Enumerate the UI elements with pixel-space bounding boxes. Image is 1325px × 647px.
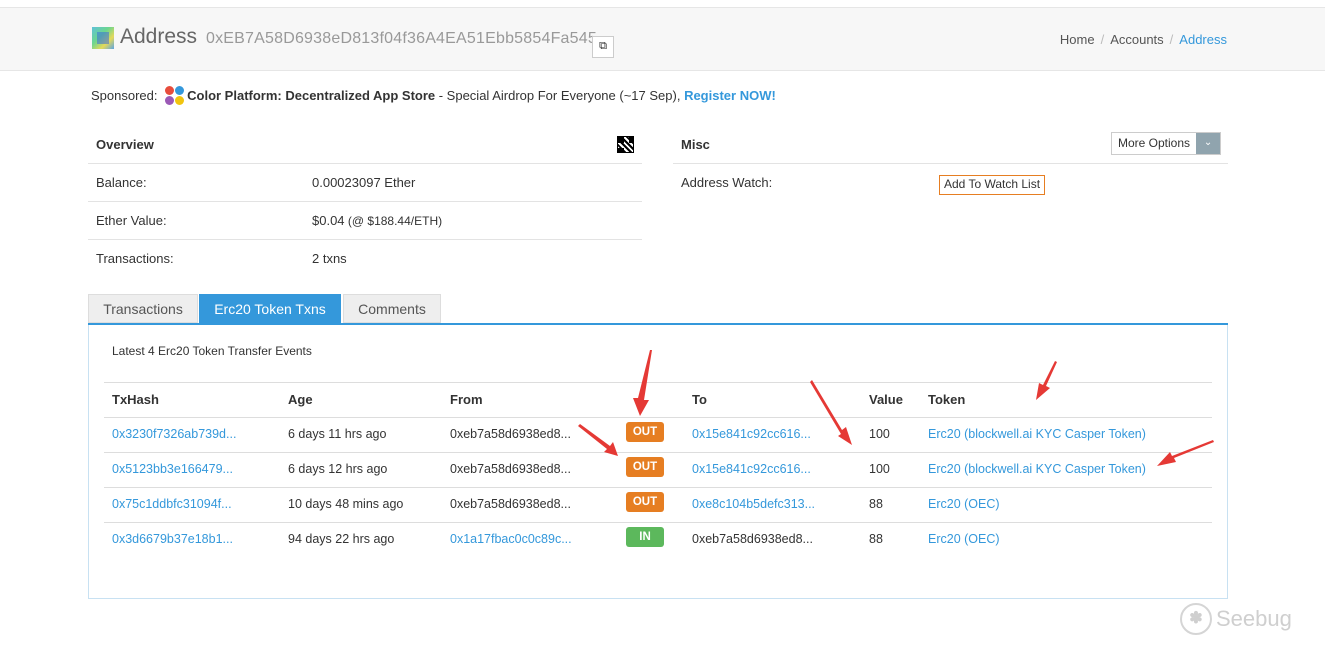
- color-platform-icon: [165, 86, 185, 106]
- tx-value: 100: [869, 427, 890, 441]
- col-value: Value: [869, 392, 903, 407]
- ether-value-label: Ether Value:: [96, 213, 167, 228]
- copy-icon: ⧉: [599, 40, 607, 52]
- overview-title: Overview: [96, 137, 154, 152]
- tx-value: 88: [869, 532, 883, 546]
- tx-from: 0xeb7a58d6938ed8...: [450, 497, 571, 511]
- tx-age: 6 days 11 hrs ago: [288, 427, 387, 441]
- sponsored-name[interactable]: Color Platform: Decentralized App Store: [187, 88, 435, 103]
- col-age: Age: [288, 392, 313, 407]
- tx-age: 6 days 12 hrs ago: [288, 462, 388, 476]
- breadcrumb: Home / Accounts / Address: [1059, 32, 1227, 47]
- chevron-down-icon: ⌄: [1196, 133, 1221, 154]
- col-txhash: TxHash: [112, 392, 159, 407]
- sponsored-banner: Sponsored: Color Platform: Decentralized…: [91, 86, 776, 106]
- seebug-watermark: ✽ Seebug: [1180, 601, 1292, 637]
- tx-hash-link[interactable]: 0x3d6679b37e18b1...: [112, 532, 233, 546]
- sponsored-text: - Special Airdrop For Everyone (~17 Sep)…: [435, 88, 685, 103]
- ether-value: $0.04 (@ $188.44/ETH): [312, 213, 443, 228]
- balance-value: 0.00023097 Ether: [312, 175, 416, 190]
- tx-value: 88: [869, 497, 883, 511]
- col-to: To: [692, 392, 707, 407]
- col-token: Token: [928, 392, 966, 407]
- tx-token-link[interactable]: Erc20 (blockwell.ai KYC Casper Token): [928, 427, 1146, 441]
- tx-from: 0xeb7a58d6938ed8...: [450, 427, 571, 441]
- breadcrumb-address: Address: [1179, 32, 1227, 47]
- balance-label: Balance:: [96, 175, 147, 190]
- tab-transactions[interactable]: Transactions: [88, 294, 198, 323]
- tx-hash-link[interactable]: 0x5123bb3e166479...: [112, 462, 233, 476]
- qr-code-icon[interactable]: [617, 136, 634, 153]
- tx-to-link[interactable]: 0xe8c104b5defc313...: [692, 497, 815, 511]
- misc-title: Misc: [681, 137, 710, 152]
- token-transfers-caption: Latest 4 Erc20 Token Transfer Events: [112, 344, 312, 358]
- direction-badge: IN: [626, 527, 664, 547]
- more-options-button[interactable]: More Options ⌄: [1111, 132, 1222, 155]
- address-identicon: [92, 27, 114, 49]
- tx-from: 0xeb7a58d6938ed8...: [450, 462, 571, 476]
- address-hash: 0xEB7A58D6938eD813f04f36A4EA51Ebb5854Fa5…: [206, 30, 597, 47]
- register-now-link[interactable]: Register NOW!: [684, 88, 776, 103]
- page-title: Address: [120, 25, 198, 48]
- tx-token-link[interactable]: Erc20 (OEC): [928, 497, 1000, 511]
- tx-hash-link[interactable]: 0x75c1ddbfc31094f...: [112, 497, 232, 511]
- tx-to-link[interactable]: 0x15e841c92cc616...: [692, 462, 811, 476]
- tx-age: 10 days 48 mins ago: [288, 497, 404, 511]
- tx-to: 0xeb7a58d6938ed8...: [692, 532, 813, 546]
- tx-to-link[interactable]: 0x15e841c92cc616...: [692, 427, 811, 441]
- breadcrumb-accounts[interactable]: Accounts: [1110, 32, 1163, 47]
- address-watch-label: Address Watch:: [681, 175, 773, 190]
- tab-comments[interactable]: Comments: [343, 294, 441, 323]
- page-header: Address 0xEB7A58D6938eD813f04f36A4EA51Eb…: [0, 7, 1325, 71]
- tx-age: 94 days 22 hrs ago: [288, 532, 395, 546]
- sponsored-label: Sponsored:: [91, 88, 158, 103]
- transactions-label: Transactions:: [96, 251, 174, 266]
- seebug-logo-icon: ✽: [1180, 603, 1212, 635]
- add-to-watch-list-button[interactable]: Add To Watch List: [939, 175, 1046, 195]
- col-from: From: [450, 392, 483, 407]
- tx-token-link[interactable]: Erc20 (OEC): [928, 532, 1000, 546]
- copy-address-button[interactable]: ⧉: [592, 36, 614, 58]
- tx-token-link[interactable]: Erc20 (blockwell.ai KYC Casper Token): [928, 462, 1146, 476]
- direction-badge: OUT: [626, 422, 664, 442]
- direction-badge: OUT: [626, 457, 664, 477]
- direction-badge: OUT: [626, 492, 664, 512]
- tx-value: 100: [869, 462, 890, 476]
- tab-erc20-token-txns[interactable]: Erc20 Token Txns: [199, 294, 341, 323]
- breadcrumb-home[interactable]: Home: [1060, 32, 1095, 47]
- transactions-value: 2 txns: [312, 251, 347, 266]
- tx-from-link[interactable]: 0x1a17fbac0c0c89c...: [450, 532, 572, 546]
- tx-hash-link[interactable]: 0x3230f7326ab739d...: [112, 427, 236, 441]
